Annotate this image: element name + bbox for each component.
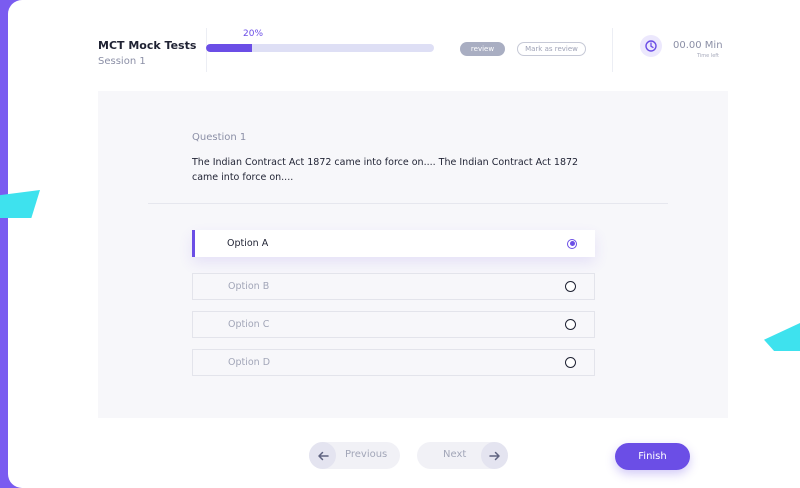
radio-icon[interactable]: [565, 319, 576, 330]
option-c[interactable]: Option C: [192, 311, 595, 338]
radio-icon[interactable]: [567, 238, 577, 249]
radio-icon[interactable]: [565, 281, 576, 292]
previous-button[interactable]: Previous: [309, 442, 400, 469]
radio-selected-dot: [569, 241, 575, 246]
radio-icon[interactable]: [565, 357, 576, 368]
option-label: Option C: [228, 319, 270, 330]
arrow-right-icon: [481, 442, 508, 469]
page-frame: MCT Mock Tests Session 1 20% review Mark…: [8, 0, 800, 488]
option-label: Option D: [228, 357, 271, 368]
option-label: Option A: [227, 238, 269, 249]
option-label: Option B: [228, 281, 270, 292]
next-label: Next: [443, 449, 467, 460]
next-button[interactable]: Next: [417, 442, 508, 469]
question-divider: [148, 203, 668, 204]
question-number: Question 1: [192, 132, 247, 143]
review-badge[interactable]: review: [460, 42, 505, 56]
clock-icon: [640, 35, 662, 57]
timer-caption: Time left: [697, 53, 719, 59]
option-d[interactable]: Option D: [192, 349, 595, 376]
timer-value: 00.00 Min: [673, 40, 723, 51]
option-b[interactable]: Option B: [192, 273, 595, 300]
question-panel: Question 1 The Indian Contract Act 1872 …: [98, 91, 728, 418]
finish-button[interactable]: Finish: [615, 443, 690, 470]
test-title: MCT Mock Tests: [98, 39, 197, 52]
header-divider: [612, 28, 613, 72]
progress-bar: [206, 44, 434, 52]
mark-as-review-button[interactable]: Mark as review: [517, 42, 586, 56]
question-text: The Indian Contract Act 1872 came into f…: [192, 157, 579, 183]
option-a[interactable]: Option A: [192, 230, 595, 257]
previous-label: Previous: [345, 449, 388, 460]
test-header: MCT Mock Tests Session 1 20% review Mark…: [8, 0, 800, 90]
progress-bar-fill: [206, 44, 252, 52]
arrow-left-icon: [309, 442, 336, 469]
progress-percent-label: 20%: [243, 29, 264, 39]
session-label: Session 1: [98, 56, 146, 67]
